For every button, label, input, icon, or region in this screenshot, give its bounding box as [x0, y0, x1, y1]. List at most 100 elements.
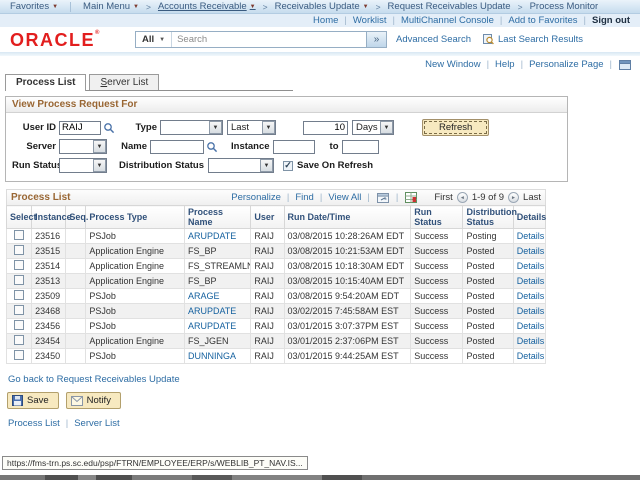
cell-user: RAIJ — [251, 349, 284, 364]
find-link[interactable]: Find — [295, 192, 313, 203]
search-input[interactable] — [172, 32, 366, 47]
form-row-3: Run Status ▼ Distribution Status ▼ ✓ Sav… — [12, 157, 561, 174]
tab-process-list[interactable]: Process List — [5, 74, 86, 91]
process-name-lookup-icon[interactable] — [206, 141, 218, 153]
chevron-down-icon: ▼ — [380, 121, 393, 134]
name-label: Name — [119, 141, 147, 152]
cell-process-name[interactable]: DUNNINGA — [184, 349, 250, 364]
next-page-icon[interactable]: ► — [508, 192, 519, 203]
row-select-checkbox[interactable] — [14, 245, 24, 255]
last-search-results-icon — [483, 34, 494, 45]
cell-select — [7, 304, 32, 319]
days-unit-select[interactable]: Days ▼ — [352, 120, 394, 135]
cell-details-link[interactable]: Details — [513, 259, 545, 274]
cell-process-name[interactable]: ARUPDATE — [184, 304, 250, 319]
refresh-button[interactable]: Refresh — [422, 119, 489, 136]
help-link[interactable]: Help — [495, 59, 515, 70]
server-list-link[interactable]: Server List — [74, 418, 119, 429]
instance-to-input[interactable] — [342, 140, 379, 154]
cell-details-link[interactable]: Details — [513, 349, 545, 364]
personalize-page-link[interactable]: Personalize Page — [529, 59, 603, 70]
notify-button[interactable]: Notify — [66, 392, 121, 409]
process-list-link[interactable]: Process List — [8, 418, 60, 429]
row-select-checkbox[interactable] — [14, 320, 24, 330]
go-back-link[interactable]: Go back to Request Receivables Update — [8, 374, 180, 385]
personalize-link[interactable]: Personalize — [231, 192, 281, 203]
column-header-seq-[interactable]: Seq. — [66, 206, 86, 229]
tab-server-list[interactable]: Server List — [89, 74, 159, 90]
sign-out-link[interactable]: Sign out — [592, 15, 630, 26]
pager-first-label[interactable]: First — [434, 192, 452, 203]
advanced-search-link[interactable]: Advanced Search — [396, 34, 471, 45]
cell-details-link[interactable]: Details — [513, 244, 545, 259]
user-id-input[interactable] — [59, 121, 101, 135]
cell-seq — [66, 244, 86, 259]
row-select-checkbox[interactable] — [14, 305, 24, 315]
row-select-checkbox[interactable] — [14, 350, 24, 360]
column-header-instance[interactable]: Instance — [32, 206, 66, 229]
column-header-run-date-time[interactable]: Run Date/Time — [284, 206, 411, 229]
search-scope-dropdown[interactable]: All ▼ — [136, 32, 172, 47]
breadcrumb-item-accounts-receivable[interactable]: Accounts Receivable▼ — [152, 1, 262, 12]
column-header-select[interactable]: Select — [7, 206, 32, 229]
multichannel-console-link[interactable]: MultiChannel Console — [401, 15, 494, 26]
cell-process-name[interactable]: ARUPDATE — [184, 229, 250, 244]
page-url-icon[interactable] — [619, 60, 631, 70]
cell-details-link[interactable]: Details — [513, 319, 545, 334]
notify-icon — [71, 396, 83, 406]
breadcrumb-item-process-monitor[interactable]: Process Monitor — [524, 1, 605, 12]
column-header-run-status[interactable]: Run Status — [411, 206, 463, 229]
breadcrumb-item-main-menu[interactable]: Main Menu▼ — [77, 1, 145, 12]
home-link[interactable]: Home — [313, 15, 338, 26]
worklist-link[interactable]: Worklist — [353, 15, 387, 26]
column-header-user[interactable]: User — [251, 206, 284, 229]
popup-icon[interactable] — [377, 193, 389, 203]
cell-process-name[interactable]: ARAGE — [184, 289, 250, 304]
row-select-checkbox[interactable] — [14, 275, 24, 285]
view-all-link[interactable]: View All — [328, 192, 361, 203]
chevron-down-icon: ▼ — [250, 4, 256, 10]
row-select-checkbox[interactable] — [14, 335, 24, 345]
row-select-checkbox[interactable] — [14, 260, 24, 270]
breadcrumb-item-receivables-update[interactable]: Receivables Update▼ — [269, 1, 375, 12]
process-name-input[interactable] — [150, 140, 204, 154]
days-unit-value: Days — [353, 122, 380, 133]
user-id-lookup-icon[interactable] — [103, 122, 115, 134]
cell-details-link[interactable]: Details — [513, 304, 545, 319]
row-select-checkbox[interactable] — [14, 230, 24, 240]
cell-details-link[interactable]: Details — [513, 289, 545, 304]
column-header-process-type[interactable]: Process Type — [86, 206, 185, 229]
cell-details-link[interactable]: Details — [513, 334, 545, 349]
type-select[interactable]: ▼ — [160, 120, 223, 135]
distribution-status-label: Distribution Status — [119, 160, 204, 171]
cell-seq — [66, 259, 86, 274]
server-select[interactable]: ▼ — [59, 139, 107, 154]
pager-last-label[interactable]: Last — [523, 192, 541, 203]
search-go-button[interactable]: » — [366, 32, 386, 47]
column-header-process-name[interactable]: Process Name — [184, 206, 250, 229]
new-window-link[interactable]: New Window — [425, 59, 480, 70]
run-status-select[interactable]: ▼ — [59, 158, 107, 173]
cell-select — [7, 289, 32, 304]
row-select-checkbox[interactable] — [14, 290, 24, 300]
cell-details-link[interactable]: Details — [513, 229, 545, 244]
instance-from-input[interactable] — [273, 140, 315, 154]
breadcrumb-item-favorites[interactable]: Favorites▼ — [4, 1, 64, 12]
breadcrumb-item-request-receivables-update[interactable]: Request Receivables Update — [382, 1, 517, 12]
previous-page-icon[interactable]: ◄ — [457, 192, 468, 203]
last-select[interactable]: Last ▼ — [227, 120, 276, 135]
save-button-label: Save — [27, 395, 49, 406]
save-button[interactable]: Save — [7, 392, 59, 409]
distribution-status-select[interactable]: ▼ — [208, 158, 274, 173]
days-count-input[interactable] — [303, 121, 348, 135]
last-search-results-link[interactable]: Last Search Results — [482, 34, 583, 45]
cell-details-link[interactable]: Details — [513, 274, 545, 289]
download-icon[interactable] — [405, 192, 417, 203]
table-row: 23514Application EngineFS_STREAMLNRAIJ03… — [7, 259, 546, 274]
column-header-distribution-status[interactable]: Distribution Status — [463, 206, 513, 229]
check-icon: ✓ — [284, 161, 292, 170]
cell-process-name[interactable]: ARUPDATE — [184, 319, 250, 334]
add-to-favorites-link[interactable]: Add to Favorites — [508, 15, 577, 26]
column-header-details[interactable]: Details — [513, 206, 545, 229]
save-on-refresh-checkbox[interactable]: ✓ — [283, 161, 293, 171]
